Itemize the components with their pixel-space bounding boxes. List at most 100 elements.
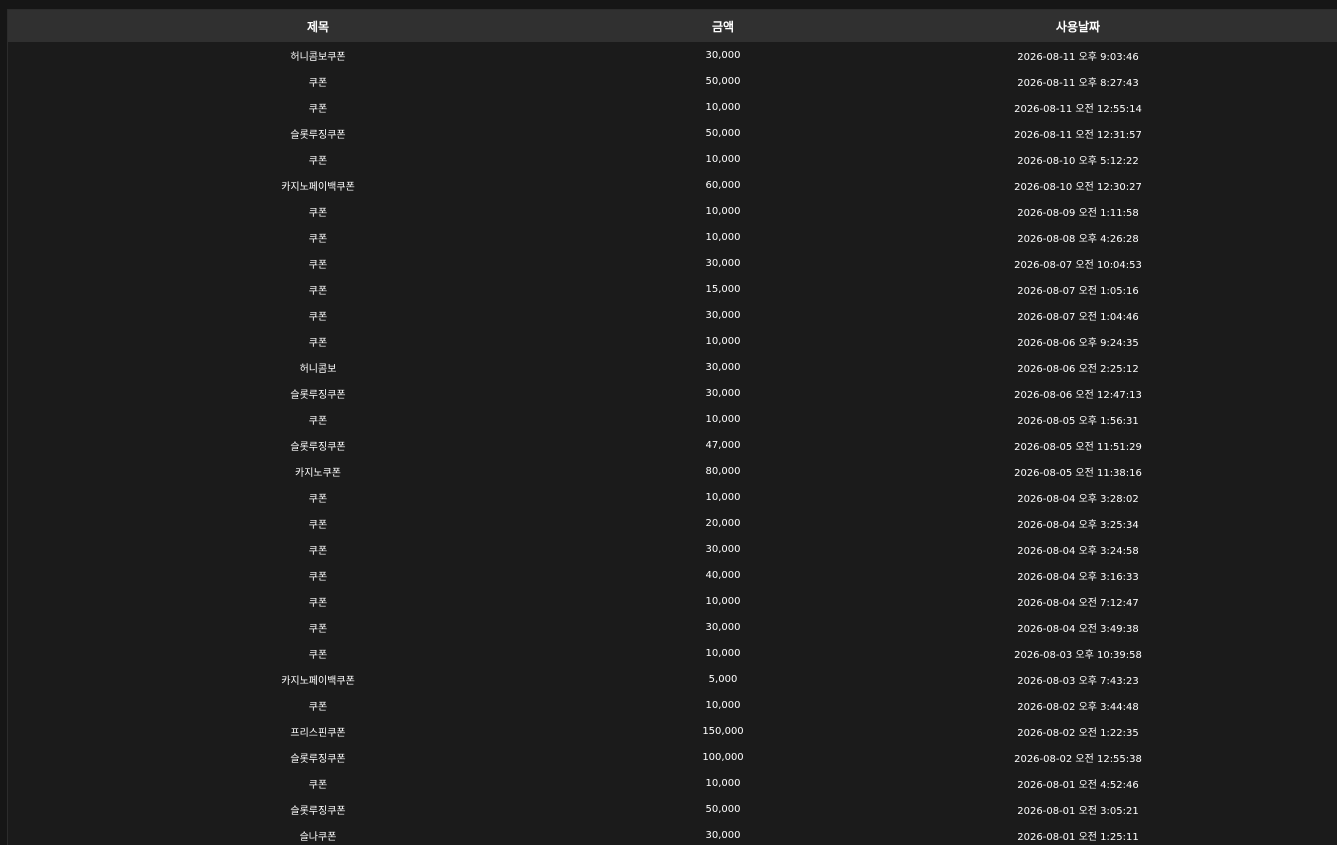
table-header: 제목 금액 사용날짜 <box>8 10 1337 42</box>
cell-date: 2026-08-03 오후 10:39:58 <box>1014 649 1142 661</box>
cell-amount: 100,000 <box>702 751 744 763</box>
table-row: 쿠폰 30,000 2026-08-07 오전 10:04:53 <box>8 250 1337 276</box>
cell-date: 2026-08-04 오후 3:25:34 <box>1017 519 1139 531</box>
cell-date: 2026-08-10 오전 12:30:27 <box>1014 181 1142 193</box>
cell-title: 쿠폰 <box>308 571 328 583</box>
table-row: 슬롯루징쿠폰 100,000 2026-08-02 오전 12:55:38 <box>8 744 1337 770</box>
cell-date: 2026-08-04 오전 3:49:38 <box>1017 623 1139 635</box>
cell-title: 쿠폰 <box>308 285 328 297</box>
cell-date: 2026-08-02 오전 1:22:35 <box>1017 727 1139 739</box>
cell-date: 2026-08-05 오후 1:56:31 <box>1017 415 1139 427</box>
table-row: 쿠폰 10,000 2026-08-11 오전 12:55:14 <box>8 94 1337 120</box>
table-row: 카지노쿠폰 80,000 2026-08-05 오전 11:38:16 <box>8 458 1337 484</box>
cell-title: 쿠폰 <box>308 545 328 557</box>
table-row: 쿠폰 10,000 2026-08-04 오전 7:12:47 <box>8 588 1337 614</box>
cell-title: 슬롯루징쿠폰 <box>290 753 346 765</box>
cell-date: 2026-08-02 오후 3:44:48 <box>1017 701 1139 713</box>
cell-title: 쿠폰 <box>308 337 328 349</box>
cell-amount: 10,000 <box>705 153 741 165</box>
cell-date: 2026-08-02 오전 12:55:38 <box>1014 753 1142 765</box>
cell-date: 2026-08-11 오후 8:27:43 <box>1017 77 1139 89</box>
cell-title: 쿠폰 <box>308 779 328 791</box>
table-row: 쿠폰 30,000 2026-08-07 오전 1:04:46 <box>8 302 1337 328</box>
cell-title: 슬롯루징쿠폰 <box>290 805 346 817</box>
cell-date: 2026-08-11 오후 9:03:46 <box>1017 51 1139 63</box>
cell-title: 쿠폰 <box>308 311 328 323</box>
table-row: 쿠폰 10,000 2026-08-03 오후 10:39:58 <box>8 640 1337 666</box>
cell-amount: 10,000 <box>705 647 741 659</box>
cell-date: 2026-08-06 오후 9:24:35 <box>1017 337 1139 349</box>
table-row: 슬롯루징쿠폰 50,000 2026-08-01 오전 3:05:21 <box>8 796 1337 822</box>
cell-amount: 30,000 <box>705 621 741 633</box>
table-row: 쿠폰 40,000 2026-08-04 오후 3:16:33 <box>8 562 1337 588</box>
table-row: 카지노페이백쿠폰 60,000 2026-08-10 오전 12:30:27 <box>8 172 1337 198</box>
cell-amount: 10,000 <box>705 231 741 243</box>
table-row: 슬롯루징쿠폰 50,000 2026-08-11 오전 12:31:57 <box>8 120 1337 146</box>
cell-amount: 60,000 <box>705 179 741 191</box>
cell-date: 2026-08-01 오전 3:05:21 <box>1017 805 1139 817</box>
cell-title: 쿠폰 <box>308 207 328 219</box>
table-row: 쿠폰 10,000 2026-08-01 오전 4:52:46 <box>8 770 1337 796</box>
cell-date: 2026-08-06 오전 2:25:12 <box>1017 363 1139 375</box>
cell-amount: 10,000 <box>705 491 741 503</box>
cell-date: 2026-08-10 오후 5:12:22 <box>1017 155 1139 167</box>
cell-amount: 30,000 <box>705 257 741 269</box>
cell-title: 쿠폰 <box>308 623 328 635</box>
cell-amount: 10,000 <box>705 335 741 347</box>
cell-title: 쿠폰 <box>308 493 328 505</box>
coupon-usage-table-container: 제목 금액 사용날짜 허니콤보쿠폰 30,000 2026-08-11 오후 9:0… <box>7 9 1337 845</box>
header-row: 제목 금액 사용날짜 <box>8 10 1337 42</box>
cell-amount: 10,000 <box>705 205 741 217</box>
cell-amount: 80,000 <box>705 465 741 477</box>
cell-amount: 150,000 <box>702 725 744 737</box>
cell-title: 슬롯루징쿠폰 <box>290 129 346 141</box>
table-row: 쿠폰 15,000 2026-08-07 오전 1:05:16 <box>8 276 1337 302</box>
cell-amount: 30,000 <box>705 829 741 841</box>
cell-title: 쿠폰 <box>308 701 328 713</box>
cell-title: 쿠폰 <box>308 519 328 531</box>
cell-date: 2026-08-01 오전 1:25:11 <box>1017 831 1139 843</box>
cell-date: 2026-08-11 오전 12:55:14 <box>1014 103 1142 115</box>
table-row: 쿠폰 50,000 2026-08-11 오후 8:27:43 <box>8 68 1337 94</box>
cell-amount: 10,000 <box>705 101 741 113</box>
cell-amount: 50,000 <box>705 803 741 815</box>
table-row: 쿠폰 30,000 2026-08-04 오후 3:24:58 <box>8 536 1337 562</box>
coupon-usage-table: 제목 금액 사용날짜 허니콤보쿠폰 30,000 2026-08-11 오후 9:0… <box>8 10 1337 845</box>
cell-title: 카지노쿠폰 <box>295 467 341 479</box>
cell-title: 허니콤보쿠폰 <box>290 51 346 63</box>
cell-amount: 30,000 <box>705 361 741 373</box>
cell-amount: 5,000 <box>708 673 738 685</box>
cell-date: 2026-08-04 오후 3:24:58 <box>1017 545 1139 557</box>
table-row: 허니콤보 30,000 2026-08-06 오전 2:25:12 <box>8 354 1337 380</box>
table-row: 쿠폰 10,000 2026-08-06 오후 9:24:35 <box>8 328 1337 354</box>
table-row: 쿠폰 10,000 2026-08-10 오후 5:12:22 <box>8 146 1337 172</box>
table-row: 쿠폰 10,000 2026-08-08 오후 4:26:28 <box>8 224 1337 250</box>
cell-date: 2026-08-06 오전 12:47:13 <box>1014 389 1142 401</box>
cell-title: 쿠폰 <box>308 597 328 609</box>
cell-amount: 30,000 <box>705 49 741 61</box>
table-body: 허니콤보쿠폰 30,000 2026-08-11 오후 9:03:46 쿠폰 50,00… <box>8 42 1337 845</box>
cell-date: 2026-08-05 오전 11:38:16 <box>1014 467 1142 479</box>
table-row: 슬나쿠폰 30,000 2026-08-01 오전 1:25:11 <box>8 822 1337 845</box>
page: 제목 금액 사용날짜 허니콤보쿠폰 30,000 2026-08-11 오후 9:0… <box>0 0 1337 845</box>
table-row: 허니콤보쿠폰 30,000 2026-08-11 오후 9:03:46 <box>8 42 1337 68</box>
cell-title: 쿠폰 <box>308 77 328 89</box>
cell-title: 프리스핀쿠폰 <box>290 727 346 739</box>
table-row: 쿠폰 30,000 2026-08-04 오전 3:49:38 <box>8 614 1337 640</box>
table-row: 쿠폰 10,000 2026-08-09 오전 1:11:58 <box>8 198 1337 224</box>
table-row: 프리스핀쿠폰 150,000 2026-08-02 오전 1:22:35 <box>8 718 1337 744</box>
column-header-title: 제목 <box>306 19 330 34</box>
cell-date: 2026-08-03 오후 7:43:23 <box>1017 675 1139 687</box>
cell-title: 슬롯루징쿠폰 <box>290 441 346 453</box>
cell-title: 쿠폰 <box>308 649 328 661</box>
cell-date: 2026-08-01 오전 4:52:46 <box>1017 779 1139 791</box>
cell-date: 2026-08-04 오전 7:12:47 <box>1017 597 1139 609</box>
cell-date: 2026-08-08 오후 4:26:28 <box>1017 233 1139 245</box>
column-header-amount: 금액 <box>711 19 735 34</box>
cell-title: 허니콤보 <box>299 363 337 375</box>
cell-amount: 20,000 <box>705 517 741 529</box>
cell-title: 쿠폰 <box>308 259 328 271</box>
cell-amount: 10,000 <box>705 595 741 607</box>
cell-amount: 10,000 <box>705 777 741 789</box>
cell-title: 카지노페이백쿠폰 <box>281 181 355 193</box>
